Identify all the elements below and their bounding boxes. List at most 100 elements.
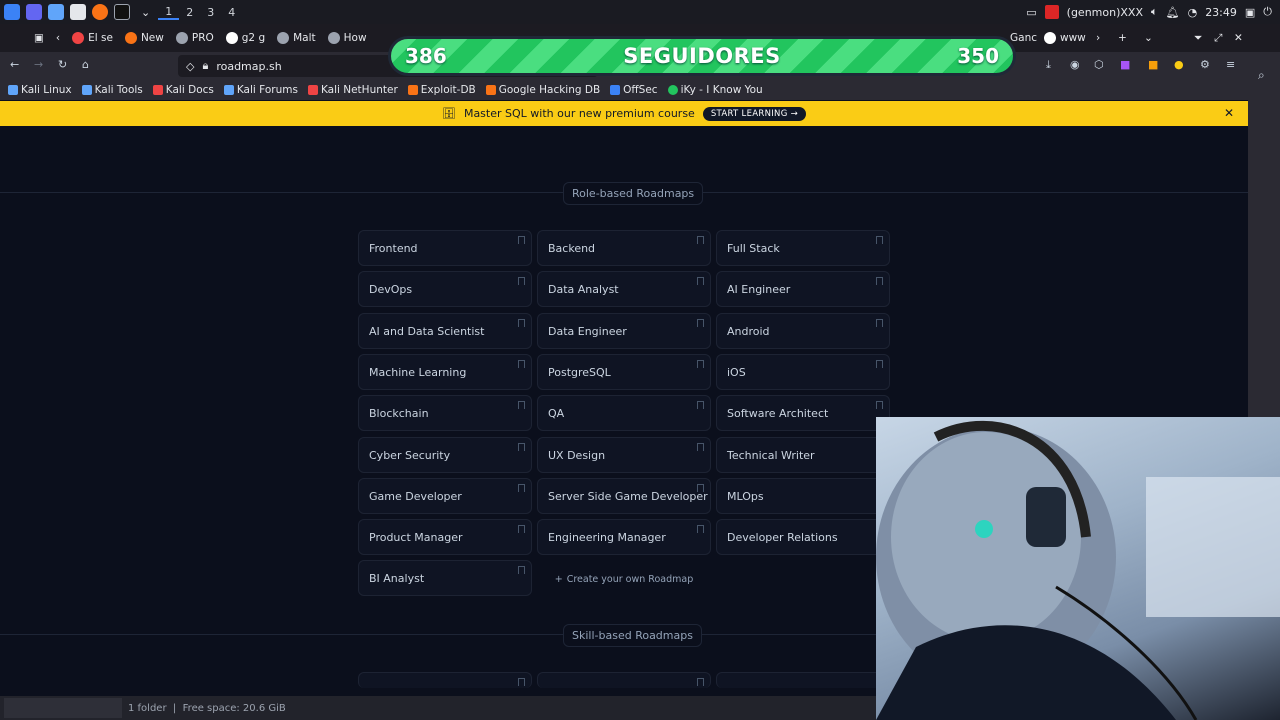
bookmark-offsec[interactable]: OffSec [610,84,658,96]
shield-icon[interactable]: ◇ [186,60,194,73]
search-icon[interactable]: ⌕ [1258,68,1265,83]
bookmark-icon[interactable] [518,484,525,492]
url-text[interactable]: roadmap.sh [216,60,281,73]
roadmap-card[interactable]: MLOps [716,478,890,514]
download-icon[interactable]: ⤓ [1046,58,1051,72]
bookmark-icon[interactable] [518,319,525,327]
bookmark-icon[interactable] [697,401,704,409]
roadmap-card[interactable]: AI Engineer [716,271,890,307]
roadmap-card[interactable]: Frontend [358,230,532,266]
bookmark-icon[interactable] [518,443,525,451]
roadmap-card[interactable]: Backend [537,230,711,266]
roadmap-card[interactable]: UX Design [537,437,711,473]
terminal-icon[interactable] [114,4,130,20]
menu-icon[interactable] [4,4,20,20]
bookmark-icon[interactable] [697,443,704,451]
bookmark-icon[interactable] [518,401,525,409]
display-icon[interactable]: ▭ [1026,6,1036,19]
bookmark-icon[interactable] [697,319,704,327]
roadmap-card[interactable]: Game Developer [358,478,532,514]
bookmark-kali-tools[interactable]: Kali Tools [81,84,143,96]
roadmap-card[interactable]: Technical Writer [716,437,890,473]
bookmark-iky[interactable]: iKy - I Know You [667,84,763,96]
chevron-down-icon[interactable]: ⌄ [141,6,150,19]
roadmap-card[interactable]: AI and Data Scientist [358,313,532,349]
roadmap-card[interactable]: Developer Relations [716,519,890,555]
roadmap-card[interactable]: BI Analyst [358,560,532,596]
bookmark-icon[interactable] [697,484,704,492]
tab-scroll-left-icon[interactable]: ‹ [50,24,66,52]
extension-icon[interactable]: ■ [1148,58,1158,71]
skill-card[interactable] [537,672,711,688]
home-icon[interactable]: ⌂ [82,58,89,71]
bookmark-kali-forums[interactable]: Kali Forums [223,84,298,96]
firefox-icon[interactable] [92,4,108,20]
back-icon[interactable]: ← [10,58,19,71]
tab-7[interactable]: www [1038,24,1092,52]
roadmap-card[interactable]: Server Side Game Developer [537,478,711,514]
roadmap-card[interactable]: iOS [716,354,890,390]
workspace-2[interactable]: 2 [179,6,200,19]
lock-icon[interactable]: ▣ [1245,6,1255,19]
tab-3[interactable]: g2 g [220,24,271,52]
files-icon[interactable] [48,4,64,20]
bookmark-icon[interactable] [876,236,883,244]
workspace-1[interactable]: 1 [158,5,180,20]
tab-1[interactable]: New [119,24,170,52]
bookmark-kali-nethunter[interactable]: Kali NetHunter [307,84,398,96]
bell-icon[interactable]: 🔔︎ [1166,6,1180,19]
bookmark-icon[interactable] [697,525,704,533]
create-roadmap-button[interactable]: + Create your own Roadmap [537,561,711,597]
new-tab-icon[interactable]: + [1112,24,1133,52]
tab-list-icon[interactable]: ⌄ [1138,24,1159,52]
bookmark-kali-linux[interactable]: Kali Linux [8,84,72,96]
reload-icon[interactable]: ↻ [58,58,67,71]
tab-5[interactable]: How [322,24,373,52]
account-icon[interactable]: ◉ [1070,58,1080,71]
roadmap-card[interactable]: QA [537,395,711,431]
roadmap-card[interactable]: PostgreSQL [537,354,711,390]
roadmap-card[interactable]: Engineering Manager [537,519,711,555]
workspace-4[interactable]: 4 [221,6,242,19]
hamburger-menu-icon[interactable]: ≡ [1226,58,1235,71]
bookmark-icon[interactable] [697,360,704,368]
skill-card[interactable] [716,672,890,688]
bookmark-icon[interactable] [876,319,883,327]
roadmap-card[interactable]: Blockchain [358,395,532,431]
tab-4[interactable]: Malt [271,24,322,52]
bookmark-exploit-db[interactable]: Exploit-DB [407,84,476,96]
bookmark-icon[interactable] [518,566,525,574]
roadmap-card[interactable]: Product Manager [358,519,532,555]
close-window-icon[interactable]: ✕ [1228,24,1249,52]
bookmark-icon[interactable] [697,236,704,244]
settings-icon[interactable]: ⚙ [1200,58,1210,71]
roadmap-card[interactable]: Cyber Security [358,437,532,473]
extensions-icon[interactable]: ⬡ [1094,58,1104,71]
cookie-icon[interactable]: ● [1174,58,1184,71]
close-icon[interactable]: ✕ [1224,106,1234,120]
bookmark-icon[interactable] [518,360,525,368]
roadmap-card[interactable]: DevOps [358,271,532,307]
bookmark-icon[interactable] [876,360,883,368]
tab-overview-icon[interactable]: ▣ [0,24,50,52]
maximize-icon[interactable]: ⤢ [1208,24,1228,52]
bookmark-icon[interactable] [518,525,525,533]
power-icon[interactable]: ⏻ [1263,5,1272,19]
bookmark-icon[interactable] [518,236,525,244]
tab-2[interactable]: PRO [170,24,220,52]
start-learning-button[interactable]: START LEARNING → [702,106,807,121]
forward-icon[interactable]: → [34,58,43,71]
skill-card[interactable] [358,672,532,688]
bookmark-icon[interactable] [518,277,525,285]
bookmark-icon[interactable] [876,401,883,409]
bookmark-icon[interactable] [876,277,883,285]
genmon-icon[interactable] [1044,5,1059,19]
desktop-icon[interactable] [26,4,42,20]
roadmap-card[interactable]: Data Engineer [537,313,711,349]
bookmark-icon[interactable] [697,678,704,686]
roadmap-card[interactable]: Full Stack [716,230,890,266]
workspace-3[interactable]: 3 [200,6,221,19]
ublock-icon[interactable]: ■ [1120,58,1130,71]
minimize-icon[interactable]: ⏷ [1188,24,1208,52]
tab-scroll-right-icon[interactable]: › [1090,24,1106,52]
